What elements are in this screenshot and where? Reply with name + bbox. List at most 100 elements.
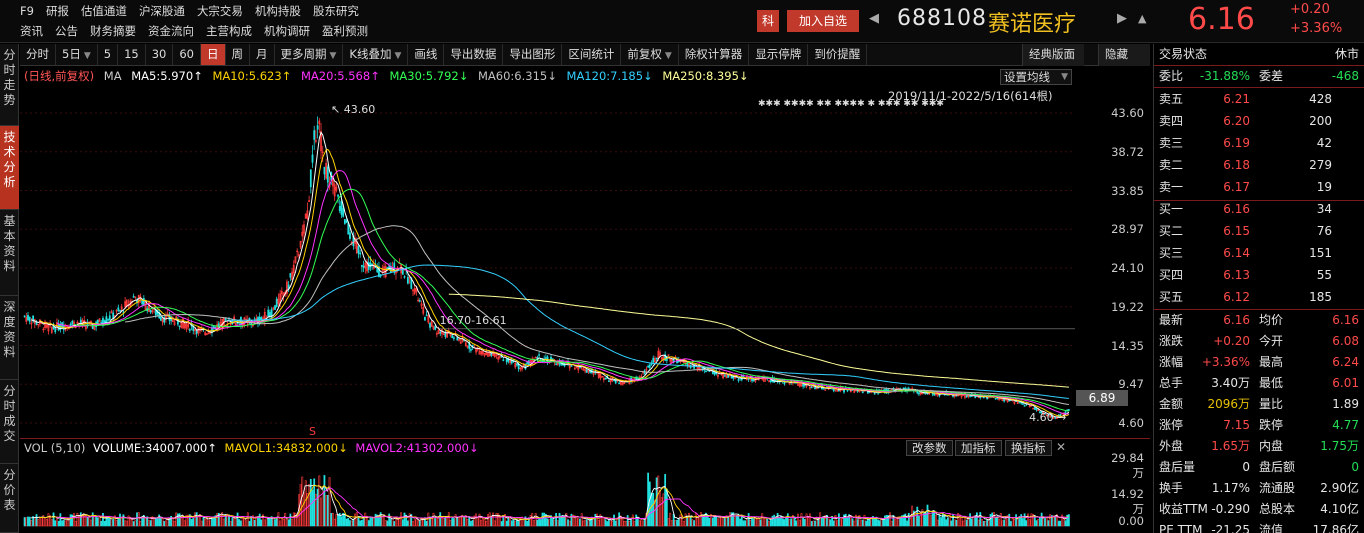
nav-link[interactable]: 机构持股 xyxy=(249,1,307,21)
ask-label: 卖一 xyxy=(1159,180,1184,194)
hide-button[interactable]: 隐藏 xyxy=(1098,44,1150,66)
volume-bar xyxy=(103,520,106,527)
nav-link[interactable]: 股东研究 xyxy=(307,1,365,21)
toolbar-item[interactable]: 显示停牌 xyxy=(749,44,809,65)
volume-bar xyxy=(563,516,566,527)
toolbar-item[interactable]: 更多周期 ▼ xyxy=(275,44,344,65)
price-tick: 43.60 xyxy=(1111,106,1144,120)
candle-body xyxy=(526,362,529,364)
toolbar-item[interactable]: 到价提醒 xyxy=(808,44,868,65)
volume-chart[interactable] xyxy=(20,456,1075,531)
toolbar-item[interactable]: 导出数据 xyxy=(444,44,504,65)
next-stock-arrow-icon[interactable]: ▶ xyxy=(1117,11,1127,26)
kline-chart[interactable]: ↖ 43.60 16.70-16.61 4.60 → S xyxy=(20,100,1075,440)
volume-bar xyxy=(628,521,631,527)
left-tab[interactable]: 深度资料 xyxy=(0,296,19,380)
stat-value: 6.01 xyxy=(1332,376,1359,390)
nav-link[interactable]: 资讯 xyxy=(14,21,49,41)
left-tab[interactable]: 技术分析 xyxy=(0,126,19,210)
prev-stock-arrow-icon[interactable]: ◀ xyxy=(869,11,879,26)
toolbar-item[interactable]: 月 xyxy=(250,44,275,65)
stat-value: 4.10亿 xyxy=(1320,502,1359,516)
volume-bar xyxy=(805,513,808,527)
volume-bar xyxy=(381,515,384,527)
nav-link[interactable]: 沪深股通 xyxy=(133,1,191,21)
bid-row: 买五 6.12 185 xyxy=(1154,287,1364,308)
volume-bar xyxy=(756,518,759,527)
candle-body xyxy=(647,365,650,368)
volume-bar xyxy=(895,518,898,527)
toolbar-item[interactable]: 除权计算器 xyxy=(679,44,750,65)
nav-link[interactable]: 机构调研 xyxy=(258,21,316,41)
switch-indicator-button[interactable]: 换指标 xyxy=(1005,440,1052,456)
volume-bar xyxy=(1021,518,1024,527)
toolbar-item[interactable]: 5日 ▼ xyxy=(56,44,98,65)
close-icon[interactable]: ✕ xyxy=(1056,440,1066,454)
toolbar-item[interactable]: 30 xyxy=(146,44,174,65)
nav-link[interactable]: 盈利预测 xyxy=(316,21,374,41)
volume-bar xyxy=(480,519,483,527)
toolbar-item[interactable]: 日 xyxy=(201,44,226,65)
ask-volume: 279 xyxy=(1309,158,1332,172)
volume-bar xyxy=(846,517,849,527)
volume-bar xyxy=(292,512,295,527)
nav-link[interactable]: 大宗交易 xyxy=(191,1,249,21)
volume-bar xyxy=(650,492,653,527)
toolbar-item[interactable]: 导出图形 xyxy=(503,44,563,65)
nav-link[interactable]: 财务摘要 xyxy=(84,21,142,41)
toolbar-item-label: 导出数据 xyxy=(450,47,497,61)
nav-link[interactable]: 资金流向 xyxy=(142,21,200,41)
left-tab[interactable]: 分时成交 xyxy=(0,380,19,464)
set-ma-dropdown[interactable]: 设置均线 ▼ xyxy=(1000,69,1072,85)
candle-body xyxy=(275,298,278,307)
volume-bar xyxy=(96,517,99,527)
volume-bar xyxy=(234,517,237,527)
volume-bar xyxy=(766,518,769,527)
candle-body xyxy=(362,265,365,268)
toolbar-item[interactable]: 周 xyxy=(226,44,250,65)
toolbar-item[interactable]: 15 xyxy=(118,44,146,65)
volume-bar xyxy=(269,518,271,527)
add-indicator-button[interactable]: 加指标 xyxy=(955,440,1002,456)
candle-body xyxy=(969,395,971,397)
left-tab[interactable]: 分时走势 xyxy=(0,44,19,126)
volume-bar xyxy=(700,512,702,527)
bid-price: 6.12 xyxy=(1223,290,1250,304)
volume-bar xyxy=(117,518,120,527)
nav-link[interactable]: 公告 xyxy=(49,21,84,41)
volume-bar xyxy=(575,517,578,527)
toolbar-item[interactable]: 区间统计 xyxy=(562,44,622,65)
nav-link[interactable]: 研报 xyxy=(40,1,75,21)
toolbar-item[interactable]: K线叠加 ▼ xyxy=(343,44,409,65)
volume-bar xyxy=(803,519,806,527)
volume-bar xyxy=(95,515,98,527)
volume-bar xyxy=(611,521,614,527)
classic-layout-button[interactable]: 经典版面 xyxy=(1022,44,1084,66)
volume-bar xyxy=(73,513,75,527)
left-tab[interactable]: 分价表 xyxy=(0,464,19,533)
stat-row: 换手 1.17% 流通股 2.90亿 xyxy=(1154,478,1364,499)
volume-bar xyxy=(240,520,242,527)
edit-params-button[interactable]: 改参数 xyxy=(906,440,953,456)
nav-link[interactable]: 主营构成 xyxy=(200,21,258,41)
volume-bar xyxy=(267,518,270,527)
volume-bar xyxy=(398,518,401,527)
toolbar-item[interactable]: 画线 xyxy=(408,44,445,65)
nav-link[interactable]: F9 xyxy=(14,1,40,21)
volume-bar xyxy=(722,518,724,527)
volume-bar xyxy=(248,520,251,527)
stat-label: 流通股 xyxy=(1259,481,1296,495)
toolbar-item[interactable]: 分时 xyxy=(20,44,56,65)
volume-bar xyxy=(827,518,830,527)
add-to-watchlist-button[interactable]: 加入自选 xyxy=(787,10,859,32)
ask-volume: 428 xyxy=(1309,92,1332,106)
left-tab[interactable]: 基本资料 xyxy=(0,210,19,296)
toolbar-item[interactable]: 5 xyxy=(98,44,119,65)
bell-icon[interactable]: ▲ xyxy=(1138,12,1146,25)
toolbar-item[interactable]: 60 xyxy=(173,44,201,65)
volume-bar xyxy=(1040,512,1043,527)
nav-link[interactable]: 估值通道 xyxy=(75,1,133,21)
volume-bar xyxy=(401,519,404,527)
volume-bar xyxy=(456,517,459,527)
toolbar-item[interactable]: 前复权 ▼ xyxy=(621,44,679,65)
